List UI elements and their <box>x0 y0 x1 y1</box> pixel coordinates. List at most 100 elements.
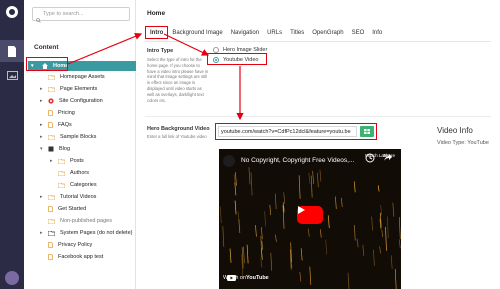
folder-icon <box>48 194 55 200</box>
tab-intro[interactable]: Intro <box>145 26 169 39</box>
tree-item-homepage-assets[interactable]: Homepage Assets <box>48 72 105 82</box>
url-confirm-button[interactable] <box>360 126 374 137</box>
tab-bar: Intro Background Image Navigation URLs Title… <box>145 26 386 39</box>
page-icon <box>48 206 53 212</box>
tabs-divider <box>145 41 491 42</box>
tree-item-categories[interactable]: Categories <box>58 180 97 190</box>
tree-item-label: Posts <box>70 158 84 164</box>
share-icon <box>384 154 392 161</box>
home-highlight <box>26 57 68 71</box>
folder-icon <box>48 134 55 140</box>
youtube-player[interactable]: No Copyright, Copyright Free Videos,... … <box>219 149 401 289</box>
expand-caret-icon[interactable]: ▸ <box>40 122 43 128</box>
tree-item-pricing[interactable]: Pricing <box>48 108 75 118</box>
tree-item-label: Blog <box>59 146 71 152</box>
tree-item-label: System Pages (do not delete) <box>60 230 133 236</box>
intro-type-help: Select the type of intro for the home pa… <box>147 57 209 103</box>
folder-icon <box>58 170 65 176</box>
tab-navigation[interactable]: Navigation <box>227 26 263 39</box>
page-title: Home <box>147 10 166 17</box>
left-rail <box>0 0 24 289</box>
video-info-title: Video Info <box>437 126 473 135</box>
expand-caret-icon[interactable]: ▸ <box>40 98 43 104</box>
channel-avatar <box>223 155 235 167</box>
clock-icon <box>365 153 375 163</box>
tree-item-label: Homepage Assets <box>60 74 105 80</box>
tree-item-label: Tutorial Videos <box>60 194 97 200</box>
play-button[interactable] <box>297 206 323 224</box>
hero-video-help: Enter a full link of Youtube video <box>147 134 207 139</box>
tree-item-label: Get Started <box>58 206 87 212</box>
tree-item-label: Authors <box>70 170 89 176</box>
search-input[interactable]: Type to search... <box>32 7 130 21</box>
tree-item-label: Privacy Policy <box>58 242 93 248</box>
expand-caret-icon[interactable]: ▸ <box>40 134 43 140</box>
tree-item-facebook-app-test[interactable]: Facebook app test <box>48 252 103 262</box>
video-type-text: Video Type: YouTube <box>437 140 489 146</box>
folder-icon <box>48 74 55 80</box>
content-tree: Type to search... Content ▾ Home Homepage … <box>24 0 136 289</box>
expand-caret-icon[interactable]: ▸ <box>40 194 43 200</box>
tab-urls[interactable]: URLs <box>263 26 286 39</box>
youtube-url-input[interactable]: youtube.com/watch?v=CdfPc12dcl&feature=y… <box>218 126 357 137</box>
tree-item-label: Site Configuration <box>59 98 103 104</box>
tree-item-sample-blocks[interactable]: ▸ Sample Blocks <box>40 132 97 142</box>
tab-info[interactable]: Info <box>368 26 386 39</box>
expand-caret-icon[interactable]: ▸ <box>40 230 43 236</box>
section-divider <box>145 116 491 117</box>
tree-item-label: Pricing <box>58 110 75 116</box>
page-icon <box>48 242 53 248</box>
tree-item-page-elements[interactable]: ▸ Page Elements <box>40 84 98 94</box>
share-button[interactable]: Share <box>383 153 395 161</box>
tree-item-label: Sample Blocks <box>60 134 97 140</box>
play-icon <box>298 206 305 214</box>
folder-icon <box>58 158 65 164</box>
youtube-wordmark: YouTube <box>246 275 269 281</box>
avatar[interactable] <box>5 271 19 285</box>
tree-item-label: Non-published pages <box>60 218 112 224</box>
tab-seo[interactable]: SEO <box>348 26 369 39</box>
tree-item-get-started[interactable]: Get Started <box>48 204 86 214</box>
tree-item-authors[interactable]: Authors <box>58 168 89 178</box>
tree-item-label: FAQs <box>58 122 72 128</box>
tree-item-privacy-policy[interactable]: Privacy Policy <box>48 240 92 250</box>
tree-item-system-pages-do-not-delete[interactable]: ▸ System Pages (do not delete) <box>40 228 133 238</box>
url-field-highlight: youtube.com/watch?v=CdfPc12dcl&feature=y… <box>215 123 377 140</box>
page-icon <box>48 122 53 128</box>
app-window: Type to search... Content ▾ Home Homepage … <box>0 0 500 289</box>
folder-icon <box>48 218 55 224</box>
tree-item-non-published-pages[interactable]: Non-published pages <box>48 216 112 226</box>
book-icon <box>48 146 54 152</box>
editor-panel: Home Intro Background Image Navigation URLs… <box>137 0 500 289</box>
folder-icon <box>48 86 55 92</box>
tree-item-tutorial-videos[interactable]: ▸ Tutorial Videos <box>40 192 97 202</box>
tree-item-label: Facebook app test <box>58 254 104 260</box>
tree-item-label: Page Elements <box>60 86 98 92</box>
tab-background-image[interactable]: Background Image <box>168 26 226 39</box>
grid-icon <box>364 129 370 134</box>
media-section-icon[interactable] <box>0 64 24 86</box>
youtube-option-highlight <box>207 53 267 65</box>
tree-item-posts[interactable]: ▸ Posts <box>50 156 84 166</box>
tree-item-label: Categories <box>70 182 97 188</box>
tree-item-site-configuration[interactable]: ▸ Site Configuration <box>40 96 103 106</box>
expand-caret-icon[interactable]: ▸ <box>40 86 43 92</box>
watch-on-youtube-link[interactable]: Watch on YouTube <box>223 275 269 281</box>
video-title: No Copyright, Copyright Free Videos,... <box>241 157 355 164</box>
search-icon <box>36 10 41 28</box>
expand-caret-icon[interactable]: ▸ <box>50 158 53 164</box>
tab-opengraph[interactable]: OpenGraph <box>308 26 347 39</box>
logo-icon[interactable] <box>4 4 20 20</box>
content-section-icon[interactable] <box>0 40 24 62</box>
tab-titles[interactable]: Titles <box>286 26 308 39</box>
tree-item-blog[interactable]: ▾ Blog <box>40 144 71 154</box>
hero-video-label: Hero Background Video <box>147 126 210 132</box>
expand-caret-icon[interactable]: ▾ <box>40 146 43 152</box>
tree-item-faqs[interactable]: ▸ FAQs <box>40 120 72 130</box>
page-icon <box>48 254 53 260</box>
folder-icon <box>48 230 55 236</box>
tree-heading: Content <box>34 44 59 51</box>
intro-type-label: Intro Type <box>147 48 174 54</box>
page-icon <box>48 110 53 116</box>
settings-icon <box>48 98 54 104</box>
